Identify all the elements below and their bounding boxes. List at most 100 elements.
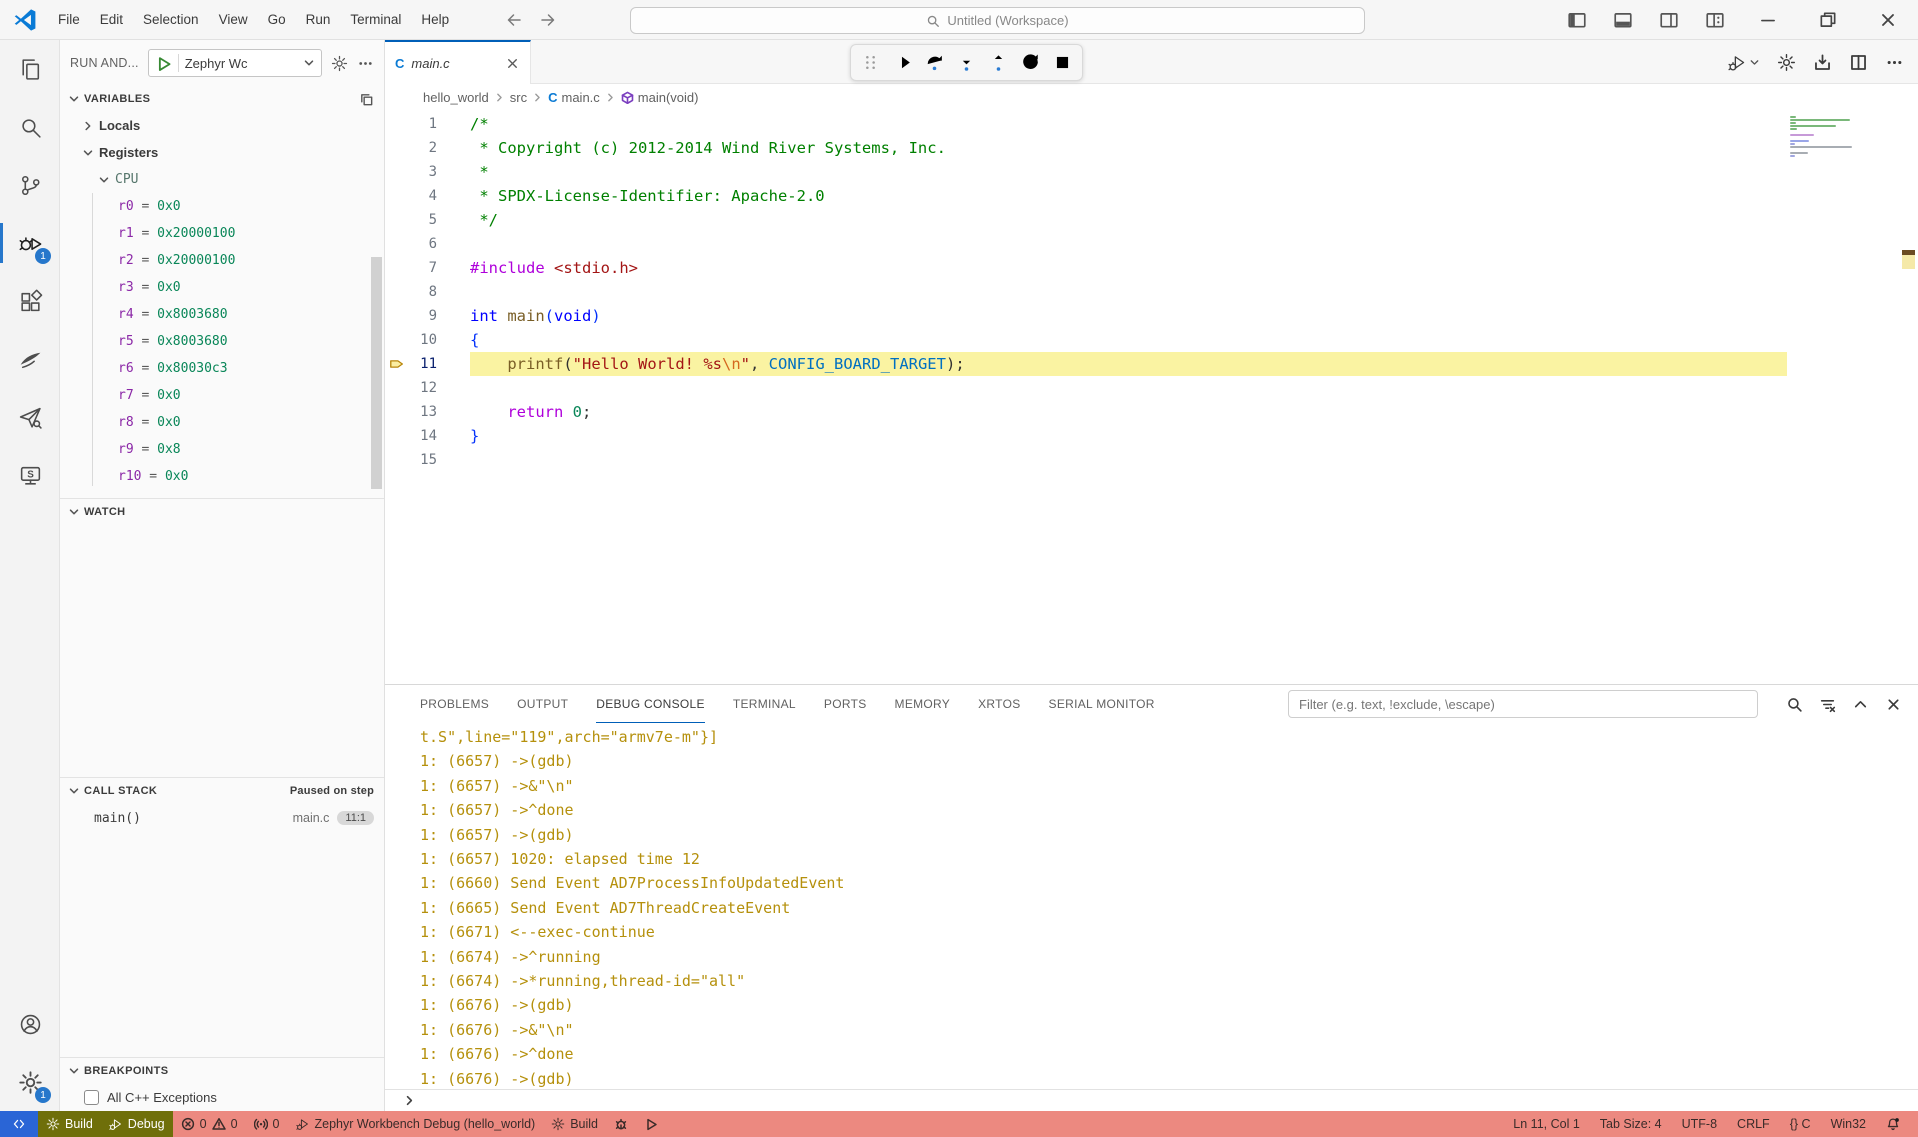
register-r8[interactable]: r8 = 0x0 (60, 409, 384, 436)
panel-tab-serial-monitor[interactable]: SERIAL MONITOR (1049, 685, 1155, 723)
debug-step-into-button[interactable] (956, 52, 977, 73)
maximize-panel-icon[interactable] (1852, 696, 1869, 713)
status-eol[interactable]: CRLF (1727, 1111, 1780, 1137)
menu-file[interactable]: File (48, 7, 90, 32)
status-problems[interactable]: 00 (173, 1111, 246, 1137)
status-ports[interactable]: 0 (246, 1111, 288, 1137)
launch-config-select[interactable]: Zephyr Wc (148, 49, 322, 77)
variables-header[interactable]: VARIABLES (60, 86, 384, 112)
status-build-task[interactable]: Build (543, 1111, 606, 1137)
code-line-8[interactable]: 8 (385, 280, 1918, 304)
start-debug-icon[interactable] (155, 55, 172, 72)
register-r6[interactable]: r6 = 0x80030c3 (60, 355, 384, 382)
more-icon[interactable] (357, 55, 374, 72)
open-settings-button[interactable] (1777, 53, 1796, 72)
split-editor-button[interactable] (1849, 53, 1868, 72)
status-encoding[interactable]: UTF-8 (1672, 1111, 1727, 1137)
command-center-search[interactable]: Untitled (Workspace) (630, 7, 1365, 34)
code-line-14[interactable]: 14} (385, 424, 1918, 448)
register-r2[interactable]: r2 = 0x20000100 (60, 247, 384, 274)
variables-registers[interactable]: Registers (60, 139, 384, 166)
register-r1[interactable]: r1 = 0x20000100 (60, 220, 384, 247)
code-line-15[interactable]: 15 (385, 448, 1918, 472)
activitybar-item-extensions[interactable] (0, 272, 60, 330)
debug-stop-button[interactable] (1052, 52, 1073, 73)
register-r7[interactable]: r7 = 0x0 (60, 382, 384, 409)
menu-go[interactable]: Go (258, 7, 296, 32)
menu-selection[interactable]: Selection (133, 7, 209, 32)
register-r10[interactable]: r10 = 0x0 (60, 463, 384, 490)
register-r4[interactable]: r4 = 0x8003680 (60, 301, 384, 328)
code-line-7[interactable]: 7#include <stdio.h> (385, 256, 1918, 280)
debug-continue-button[interactable] (892, 52, 913, 73)
status-remote[interactable] (0, 1111, 38, 1137)
debug-console-input[interactable] (385, 1089, 1918, 1111)
debug-step-out-button[interactable] (988, 52, 1009, 73)
register-r5[interactable]: r5 = 0x8003680 (60, 328, 384, 355)
copy-icon[interactable] (359, 92, 374, 107)
debug-step-over-button[interactable] (924, 52, 945, 73)
variables-cpu[interactable]: CPU (60, 166, 384, 193)
status-debug[interactable]: Debug (101, 1111, 173, 1137)
status-indentation[interactable]: Tab Size: 4 (1590, 1111, 1672, 1137)
call-stack-header[interactable]: CALL STACK Paused on step (60, 778, 384, 804)
status-platform[interactable]: Win32 (1821, 1111, 1876, 1137)
panel-tab-debug-console[interactable]: DEBUG CONSOLE (596, 685, 705, 723)
status-cursor-position[interactable]: Ln 11, Col 1 (1503, 1111, 1589, 1137)
breadcrumb-src[interactable]: src (510, 90, 527, 105)
restore-icon[interactable] (1818, 10, 1838, 30)
run-or-debug-button[interactable] (1728, 53, 1760, 72)
toggle-panel-icon[interactable] (1613, 10, 1633, 30)
toggle-primary-sidebar-icon[interactable] (1567, 10, 1587, 30)
code-line-10[interactable]: 10{ (385, 328, 1918, 352)
find-icon[interactable] (1786, 696, 1803, 713)
status-language-mode[interactable]: {} C (1780, 1111, 1821, 1137)
code-line-6[interactable]: 6 (385, 232, 1918, 256)
code-line-13[interactable]: 13 return 0; (385, 400, 1918, 424)
clear-console-icon[interactable] (1819, 696, 1836, 713)
tab-main-c[interactable]: C main.c (385, 40, 531, 84)
breadcrumb-hello-world[interactable]: hello_world (423, 90, 489, 105)
minimap[interactable] (1790, 116, 1862, 161)
debug-drag-button[interactable] (860, 52, 881, 73)
panel-tab-terminal[interactable]: TERMINAL (733, 685, 796, 723)
back-arrow-icon[interactable] (505, 11, 523, 29)
breadcrumb-main-void-[interactable]: main(void) (621, 90, 699, 105)
customize-layout-icon[interactable] (1705, 10, 1725, 30)
toggle-secondary-sidebar-icon[interactable] (1659, 10, 1679, 30)
close-icon[interactable] (505, 56, 520, 71)
status-debug-session[interactable]: Zephyr Workbench Debug (hello_world) (288, 1111, 544, 1137)
code-line-2[interactable]: 2 * Copyright (c) 2012-2014 Wind River S… (385, 136, 1918, 160)
sidebar-scrollbar[interactable] (371, 257, 382, 489)
code-line-1[interactable]: 1/* (385, 112, 1918, 136)
menu-run[interactable]: Run (296, 7, 341, 32)
code-line-11[interactable]: 11 printf("Hello World! %s\n", CONFIG_BO… (385, 352, 1918, 376)
close-window-icon[interactable] (1878, 10, 1898, 30)
breakpoint-item[interactable]: All C++ Exceptions (60, 1084, 384, 1111)
panel-tab-output[interactable]: OUTPUT (517, 685, 568, 723)
menu-view[interactable]: View (209, 7, 258, 32)
console-filter-input[interactable] (1288, 690, 1758, 718)
status-notifications[interactable] (1876, 1111, 1910, 1137)
register-r0[interactable]: r0 = 0x0 (60, 193, 384, 220)
code-line-3[interactable]: 3 * (385, 160, 1918, 184)
panel-tab-xrtos[interactable]: XRTOS (978, 685, 1020, 723)
menu-edit[interactable]: Edit (90, 7, 133, 32)
menu-help[interactable]: Help (411, 7, 459, 32)
panel-tab-ports[interactable]: PORTS (824, 685, 867, 723)
forward-arrow-icon[interactable] (539, 11, 557, 29)
activitybar-item-settings[interactable]: 1 (0, 1053, 60, 1111)
panel-tab-problems[interactable]: PROBLEMS (420, 685, 489, 723)
status-bug-tool[interactable] (606, 1111, 636, 1137)
breakpoints-header[interactable]: BREAKPOINTS (60, 1058, 384, 1084)
activitybar-item-zephyr-workbench[interactable] (0, 388, 60, 446)
panel-tab-memory[interactable]: MEMORY (895, 685, 951, 723)
watch-header[interactable]: WATCH (60, 499, 384, 525)
status-run-tool[interactable] (636, 1111, 666, 1137)
code-editor[interactable]: 1/*2 * Copyright (c) 2012-2014 Wind Rive… (385, 110, 1918, 684)
exception-checkbox[interactable] (84, 1090, 99, 1105)
activitybar-item-source-control[interactable] (0, 156, 60, 214)
breadcrumb-main-c[interactable]: Cmain.c (548, 90, 600, 105)
close-panel-icon[interactable] (1885, 696, 1902, 713)
activitybar-item-run-and-debug[interactable]: 1 (0, 214, 60, 272)
